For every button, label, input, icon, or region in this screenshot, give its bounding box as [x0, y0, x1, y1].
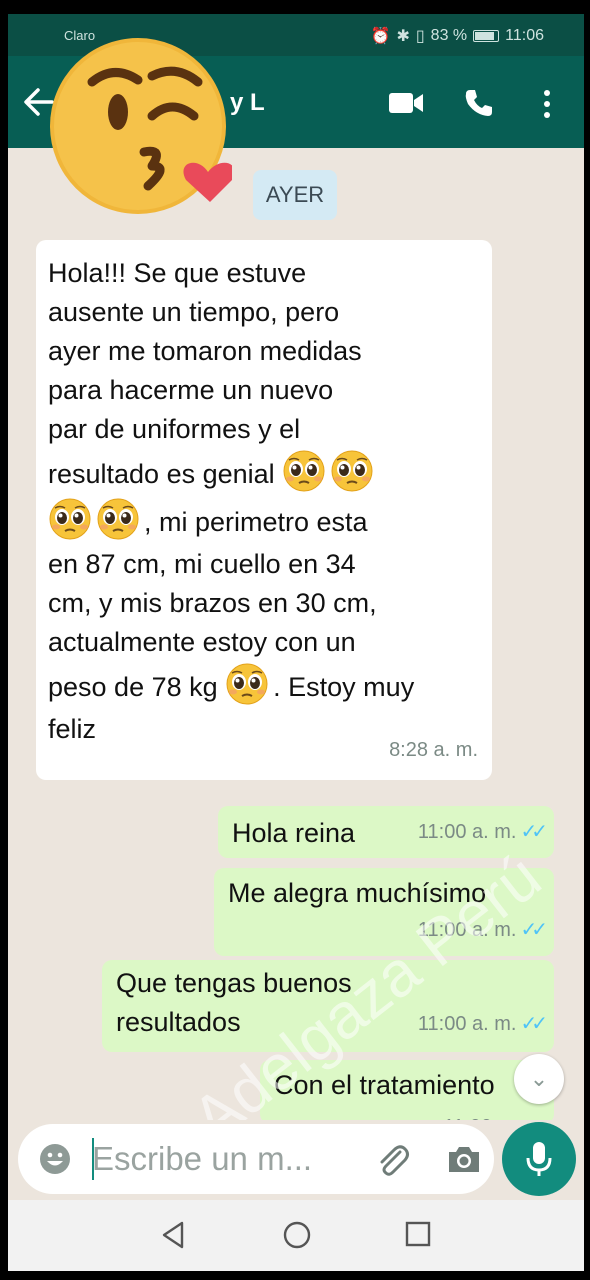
message-time: 11:00 a. m. ✓✓	[417, 919, 548, 941]
message-line: ayer me tomaron medidas	[48, 336, 362, 366]
nav-home-icon[interactable]	[282, 1220, 312, 1250]
message-line: peso de 78 kg	[48, 672, 218, 702]
message-line: . Estoy muy	[273, 672, 415, 702]
status-indicators: ⏰ ✱ ▯ 83 % 11:06	[371, 26, 544, 46]
contact-name[interactable]: y L	[230, 89, 265, 117]
message-line-with-emoji: , mi perimetro esta	[48, 497, 480, 545]
message-line-with-emoji: resultado es genial	[48, 449, 480, 497]
message-line: resultado es genial	[48, 459, 275, 489]
message-line: Hola!!! Se que estuve	[48, 258, 307, 288]
message-text: Hola reina	[232, 818, 356, 848]
pleading-face-icon	[330, 449, 374, 493]
outgoing-message[interactable]: Hola reina 11:00 a. m. ✓✓	[218, 806, 554, 858]
message-line: par de uniformes y el	[48, 414, 301, 444]
attach-icon[interactable]	[374, 1142, 410, 1178]
nav-back-icon[interactable]	[160, 1220, 186, 1250]
nav-recent-icon[interactable]	[404, 1220, 432, 1248]
message-time: 11:00 a. m. ✓✓	[417, 821, 548, 843]
message-text: Con el tratamiento	[274, 1070, 495, 1100]
read-ticks-icon: ✓✓	[520, 821, 547, 843]
camera-icon[interactable]	[446, 1142, 482, 1176]
message-list[interactable]: AYER Hola!!! Se que estuve ausente un ti…	[8, 148, 584, 1156]
input-bar: Escribe un m...	[8, 1120, 584, 1200]
battery-percent: 83 %	[430, 27, 468, 44]
message-line: ausente un tiempo, pero	[48, 297, 340, 327]
message-line-with-emoji: peso de 78 kg . Estoy muy	[48, 662, 480, 710]
date-chip: AYER	[253, 170, 337, 220]
message-line: actualmente estoy con un	[48, 627, 356, 657]
kiss-emoji-sticker	[50, 38, 232, 214]
message-line: , mi perimetro esta	[144, 507, 368, 537]
pleading-face-icon	[225, 662, 269, 706]
phone-screen: Claro ⏰ ✱ ▯ 83 % 11:06 y L AYER Hola!!! …	[8, 14, 584, 1271]
scroll-down-icon[interactable]: ⌄	[514, 1054, 564, 1104]
pleading-face-icon	[48, 497, 92, 541]
vibrate-icon: ▯	[415, 28, 425, 45]
message-line: cm, y mis brazos en 30 cm,	[48, 588, 377, 618]
read-ticks-icon: ✓✓	[520, 919, 547, 941]
message-input[interactable]: Escribe un m...	[18, 1124, 494, 1194]
battery-icon	[473, 30, 500, 42]
mic-icon	[526, 1142, 552, 1176]
message-line: para hacerme un nuevo	[48, 375, 334, 405]
message-time: 8:28 a. m.	[389, 739, 478, 761]
read-ticks-icon: ✓✓	[520, 1013, 547, 1035]
message-time: 11:00 a. m. ✓✓	[417, 1013, 548, 1035]
pleading-face-icon	[96, 497, 140, 541]
message-line: Que tengas buenos	[116, 968, 352, 998]
mic-button[interactable]	[502, 1122, 576, 1196]
more-icon[interactable]	[538, 88, 556, 120]
system-nav-bar	[8, 1200, 584, 1271]
video-call-icon[interactable]	[388, 90, 424, 116]
outgoing-message[interactable]: Me alegra muchísimo 11:00 a. m. ✓✓	[214, 868, 554, 956]
clock: 11:06	[505, 27, 544, 44]
outgoing-message[interactable]: Que tengas buenos resultados 11:00 a. m.…	[102, 960, 554, 1052]
phone-icon[interactable]	[464, 88, 494, 118]
emoji-icon[interactable]	[38, 1142, 72, 1176]
incoming-message[interactable]: Hola!!! Se que estuve ausente un tiempo,…	[36, 240, 492, 780]
bluetooth-icon: ✱	[396, 28, 410, 45]
pleading-face-icon	[282, 449, 326, 493]
alarm-icon: ⏰	[370, 28, 391, 45]
message-line: en 87 cm, mi cuello en 34	[48, 549, 356, 579]
input-placeholder: Escribe un m...	[92, 1140, 313, 1177]
message-text: Me alegra muchísimo	[228, 878, 487, 908]
outgoing-message[interactable]: Con el tratamiento 11:00 a. m.	[260, 1060, 554, 1124]
